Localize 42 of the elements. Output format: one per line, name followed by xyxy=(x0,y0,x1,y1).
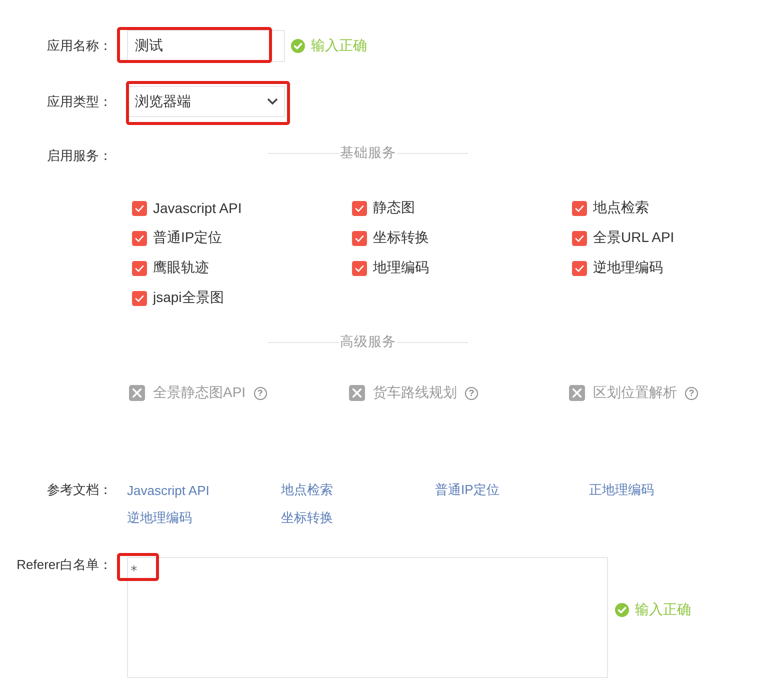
service-label: 逆地理编码 xyxy=(593,259,663,277)
status-text: 输入正确 xyxy=(311,37,367,55)
service-label: 地理编码 xyxy=(373,259,429,277)
doc-link[interactable]: 地点检索 xyxy=(281,481,333,499)
service-label: 区划位置解析 xyxy=(593,384,677,402)
doc-link[interactable]: 坐标转换 xyxy=(281,509,333,527)
service-label: 货车路线规划 xyxy=(373,384,457,402)
chevron-down-icon xyxy=(267,98,278,105)
service-label: 静态图 xyxy=(373,199,415,217)
doc-link[interactable]: 逆地理编码 xyxy=(127,509,192,527)
service-label: 鹰眼轨迹 xyxy=(153,259,209,277)
service-label: 全景静态图API xyxy=(153,384,246,402)
field-label: 应用类型： xyxy=(46,92,112,110)
checkbox[interactable] xyxy=(132,230,147,246)
section-title: 基础服务 xyxy=(339,144,397,162)
section-title: 高级服务 xyxy=(339,333,397,351)
checkbox[interactable] xyxy=(352,230,367,246)
field-label: 应用名称： xyxy=(46,37,112,55)
checkbox[interactable] xyxy=(572,230,587,246)
service-label: 坐标转换 xyxy=(373,229,429,247)
doc-link[interactable]: 正地理编码 xyxy=(589,481,654,499)
doc-link[interactable]: 普通IP定位 xyxy=(435,481,500,499)
field-label: 启用服务： xyxy=(46,147,112,165)
checkbox[interactable] xyxy=(572,200,587,216)
service-label: 地点检索 xyxy=(593,199,649,217)
checkbox[interactable] xyxy=(352,260,367,276)
checkbox[interactable] xyxy=(352,200,367,216)
doc-link[interactable]: Javascript API xyxy=(127,482,210,498)
app-type-select[interactable]: 浏览器端 xyxy=(127,86,285,117)
service-label: 全景URL API xyxy=(593,229,674,247)
field-label: 参考文档： xyxy=(46,481,112,499)
service-label: Javascript API xyxy=(153,200,242,216)
status-text: 输入正确 xyxy=(635,600,691,618)
service-label: 普通IP定位 xyxy=(153,229,222,247)
app-name-field[interactable]: 测试 xyxy=(127,30,285,62)
field-label: Referer白名单： xyxy=(16,557,112,573)
checkbox[interactable] xyxy=(132,200,147,216)
checkbox[interactable] xyxy=(572,260,587,276)
referer-field[interactable]: * xyxy=(127,557,608,678)
service-label: jsapi全景图 xyxy=(153,289,224,307)
checkbox[interactable] xyxy=(132,290,147,306)
checkbox[interactable] xyxy=(132,260,147,276)
